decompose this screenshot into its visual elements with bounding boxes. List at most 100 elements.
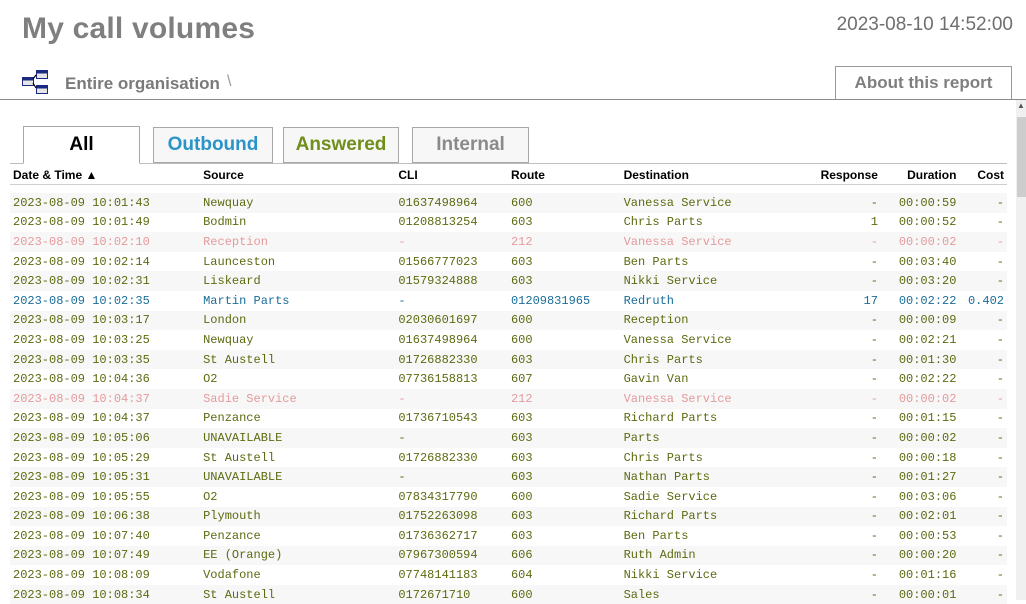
route-cell: 603 (508, 428, 621, 448)
duration-cell: 00:00:02 (881, 428, 960, 448)
scroll-down-arrow-icon[interactable] (1017, 588, 1025, 598)
response-cell: - (792, 369, 881, 389)
source-cell: Plymouth (200, 507, 395, 527)
response-cell: - (792, 350, 881, 370)
table-row[interactable]: 2023-08-09 10:02:10Reception-212Vanessa … (10, 232, 1007, 252)
table-row[interactable]: 2023-08-09 10:04:37Penzance0173671054360… (10, 409, 1007, 429)
cost-cell: - (959, 350, 1007, 370)
route-cell: 603 (508, 448, 621, 468)
destination-cell: Ruth Admin (621, 546, 793, 566)
date-time-cell: 2023-08-09 10:05:55 (10, 487, 200, 507)
response-cell: - (792, 487, 881, 507)
source-cell: Bodmin (200, 213, 395, 233)
column-header-cost[interactable]: Cost (959, 165, 1007, 185)
table-row[interactable]: 2023-08-09 10:05:29St Austell01726882330… (10, 448, 1007, 468)
duration-cell: 00:03:40 (881, 252, 960, 272)
date-time-cell: 2023-08-09 10:04:37 (10, 409, 200, 429)
cli-cell: - (395, 291, 508, 311)
tab-answered[interactable]: Answered (283, 127, 399, 163)
cli-cell: 02030601697 (395, 311, 508, 331)
table-row[interactable]: 2023-08-09 10:05:55O207834317790600Sadie… (10, 487, 1007, 507)
cost-cell: - (959, 369, 1007, 389)
cost-cell: - (959, 389, 1007, 409)
table-row[interactable]: 2023-08-09 10:02:14Launceston01566777023… (10, 252, 1007, 272)
response-cell: - (792, 507, 881, 527)
destination-cell: Gavin Van (621, 369, 793, 389)
date-time-cell: 2023-08-09 10:05:06 (10, 428, 200, 448)
column-header-response[interactable]: Response (792, 165, 881, 185)
destination-cell: Vanessa Service (621, 389, 793, 409)
date-time-cell: 2023-08-09 10:03:17 (10, 311, 200, 331)
response-cell: 1 (792, 213, 881, 233)
route-cell: 603 (508, 213, 621, 233)
route-cell: 600 (508, 487, 621, 507)
source-cell: Martin Parts (200, 291, 395, 311)
response-cell: - (792, 271, 881, 291)
table-row[interactable]: 2023-08-09 10:08:34St Austell01726717106… (10, 585, 1007, 604)
column-header-duration[interactable]: Duration (881, 165, 960, 185)
call-log-table: Date & Time ▲ Source CLI Route Destinati… (10, 165, 1007, 604)
scroll-up-arrow-icon[interactable]: ▲ (1017, 101, 1025, 111)
duration-cell: 00:02:21 (881, 330, 960, 350)
cli-cell: - (395, 232, 508, 252)
cli-cell: - (395, 467, 508, 487)
table-row[interactable]: 2023-08-09 10:06:38Plymouth0175226309860… (10, 507, 1007, 527)
table-row[interactable]: 2023-08-09 10:03:17London02030601697600R… (10, 311, 1007, 331)
cli-cell: 0172671710 (395, 585, 508, 604)
response-cell: - (792, 389, 881, 409)
cost-cell: - (959, 193, 1007, 213)
response-cell: - (792, 448, 881, 468)
org-hierarchy-icon[interactable] (22, 70, 48, 94)
tab-internal[interactable]: Internal (412, 127, 529, 163)
destination-cell: Chris Parts (621, 350, 793, 370)
response-cell: 17 (792, 291, 881, 311)
scrollbar-thumb[interactable] (1017, 117, 1026, 197)
report-timestamp: 2023-08-10 14:52:00 (837, 14, 1013, 36)
cost-cell: - (959, 585, 1007, 604)
route-cell: 600 (508, 193, 621, 213)
date-time-cell: 2023-08-09 10:08:34 (10, 585, 200, 604)
column-header-cli[interactable]: CLI (395, 165, 508, 185)
table-row[interactable]: 2023-08-09 10:05:31UNAVAILABLE-603Nathan… (10, 467, 1007, 487)
duration-cell: 00:02:01 (881, 507, 960, 527)
response-cell: - (792, 232, 881, 252)
date-time-cell: 2023-08-09 10:04:36 (10, 369, 200, 389)
tab-all[interactable]: All (23, 126, 140, 164)
table-row[interactable]: 2023-08-09 10:04:37Sadie Service-212Vane… (10, 389, 1007, 409)
destination-cell: Sadie Service (621, 487, 793, 507)
cost-cell: - (959, 252, 1007, 272)
cost-cell: - (959, 526, 1007, 546)
cli-cell: 01208813254 (395, 213, 508, 233)
cli-cell: 01579324888 (395, 271, 508, 291)
duration-cell: 00:00:59 (881, 193, 960, 213)
column-header-route[interactable]: Route (508, 165, 621, 185)
tab-outbound[interactable]: Outbound (153, 127, 273, 163)
table-row[interactable]: 2023-08-09 10:05:06UNAVAILABLE-603Parts-… (10, 428, 1007, 448)
destination-cell: Richard Parts (621, 409, 793, 429)
table-row[interactable]: 2023-08-09 10:01:49Bodmin01208813254603C… (10, 213, 1007, 233)
column-header-source[interactable]: Source (200, 165, 395, 185)
table-row[interactable]: 2023-08-09 10:03:35St Austell01726882330… (10, 350, 1007, 370)
source-cell: O2 (200, 369, 395, 389)
table-row[interactable]: 2023-08-09 10:08:09Vodafone0774814118360… (10, 565, 1007, 585)
table-row[interactable]: 2023-08-09 10:07:40Penzance0173636271760… (10, 526, 1007, 546)
route-cell: 604 (508, 565, 621, 585)
table-row[interactable]: 2023-08-09 10:07:49EE (Orange)0796730059… (10, 546, 1007, 566)
source-cell: Penzance (200, 409, 395, 429)
column-header-date-time[interactable]: Date & Time ▲ (10, 165, 200, 185)
cli-cell: - (395, 428, 508, 448)
table-row[interactable]: 2023-08-09 10:01:43Newquay01637498964600… (10, 193, 1007, 213)
table-row[interactable]: 2023-08-09 10:03:25Newquay01637498964600… (10, 330, 1007, 350)
route-cell: 603 (508, 526, 621, 546)
cli-cell: 07748141183 (395, 565, 508, 585)
table-row[interactable]: 2023-08-09 10:02:35Martin Parts-01209831… (10, 291, 1007, 311)
table-row[interactable]: 2023-08-09 10:02:31Liskeard0157932488860… (10, 271, 1007, 291)
table-row[interactable]: 2023-08-09 10:04:36O207736158813607Gavin… (10, 369, 1007, 389)
date-time-cell: 2023-08-09 10:02:14 (10, 252, 200, 272)
breadcrumb-entire-organisation[interactable]: Entire organisation (65, 74, 220, 94)
route-cell: 606 (508, 546, 621, 566)
about-report-button[interactable]: About this report (835, 66, 1012, 99)
date-time-cell: 2023-08-09 10:03:35 (10, 350, 200, 370)
column-header-destination[interactable]: Destination (621, 165, 793, 185)
source-cell: Newquay (200, 193, 395, 213)
